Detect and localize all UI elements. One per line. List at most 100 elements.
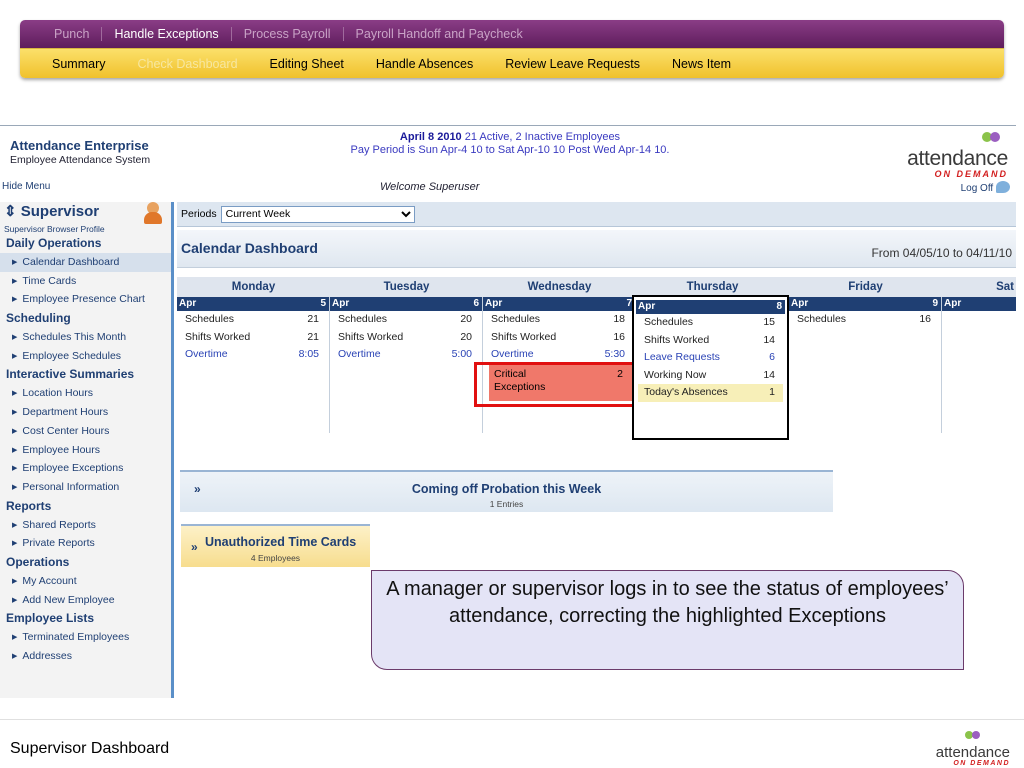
logo-dots-icon [978,130,1008,144]
day-number: 9 [932,298,938,309]
unauthorized-timecards-panel[interactable]: » Unauthorized Time Cards 4 Employees [181,524,370,567]
sidebar-item-employee-hours[interactable]: Employee Hours [0,441,171,460]
day-cell-friday[interactable]: Apr 9 Schedules 16 [789,297,942,433]
overtime-link[interactable]: Overtime 5:00 [330,346,482,364]
overtime-link[interactable]: Overtime 8:05 [177,346,329,364]
sidebar-section-daily-operations[interactable]: Daily Operations [0,234,171,253]
header-employee-count: 21 Active, 2 Inactive Employees [464,131,621,143]
stat-row[interactable]: Shifts Worked 20 [330,329,482,347]
stat-row[interactable]: Shifts Worked 14 [634,332,787,350]
sidebar-item-employee-exceptions[interactable]: Employee Exceptions [0,459,171,478]
stat-row[interactable]: Schedules 21 [177,311,329,329]
day-bar: Apr 8 [636,300,785,314]
sidebar-profile[interactable]: Supervisor Browser Profile [0,224,171,234]
day-cell-monday[interactable]: Apr 5 Schedules 21 Shifts Worked 21 Overtim… [177,297,330,433]
todays-absences-row[interactable]: Today's Absences 1 [638,384,783,402]
day-number: 6 [473,298,479,309]
sidebar-title[interactable]: ⇕ Supervisor [4,203,99,220]
sidebar-section-scheduling[interactable]: Scheduling [0,309,171,328]
chevron-double-down-icon[interactable]: » [191,540,198,554]
stat-label: Schedules [338,313,388,325]
calendar-day-headers: Monday Tuesday Wednesday Thursday Friday… [177,277,1016,297]
stat-label: Overtime [491,348,534,360]
nav-tab-payroll-handoff[interactable]: Payroll Handoff and Paycheck [344,27,535,41]
day-cell-tuesday[interactable]: Apr 6 Schedules 20 Shifts Worked 20 Overtim… [330,297,483,433]
stat-value: 21 [307,330,319,343]
header-pay-period: Pay Period is Sun Apr-4 10 to Sat Apr-10… [350,144,670,156]
sidebar-section-employee-lists[interactable]: Employee Lists [0,609,171,628]
dashboard-title: Calendar Dashboard [181,240,318,256]
day-cell-thursday-today[interactable]: Apr 8 Schedules 15 Shifts Worked 14 Leave R… [632,295,789,440]
periods-select[interactable]: Current Week [220,205,415,223]
welcome-text: Welcome Superuser [380,181,480,193]
sidebar-item-my-account[interactable]: My Account [0,572,171,591]
sidebar-item-time-cards[interactable]: Time Cards [0,272,171,291]
stat-row[interactable]: Shifts Worked 16 [483,329,635,347]
footer-logo-subtitle: ON DEMAND [953,760,1010,767]
sidebar-section-reports[interactable]: Reports [0,497,171,516]
day-bar: Apr 6 [330,297,482,311]
log-off-link[interactable]: Log Off [961,181,1010,194]
sidebar-item-personal-information[interactable]: Personal Information [0,478,171,497]
critical-highlight-box [474,362,636,407]
stat-value: 18 [613,313,625,325]
sidebar-section-interactive-summaries[interactable]: Interactive Summaries [0,365,171,384]
sidebar-item-presence-chart[interactable]: Employee Presence Chart [0,290,171,309]
periods-bar: Periods Current Week [177,202,1016,227]
overtime-link[interactable]: Overtime 5:30 [483,346,635,364]
app-subheader: Hide Menu Welcome Superuser Log Off [0,178,1016,200]
stat-label: Today's Absences [644,386,728,398]
stat-row[interactable]: Schedules 16 [789,311,941,329]
sidebar-item-shared-reports[interactable]: Shared Reports [0,516,171,535]
sidebar-item-private-reports[interactable]: Private Reports [0,534,171,553]
stat-row[interactable]: Shifts Worked 21 [177,329,329,347]
periods-label: Periods [181,208,217,220]
nav-subtab-check-dashboard[interactable]: Check Dashboard [121,57,253,71]
stat-value: 20 [460,330,472,343]
user-avatar-icon [143,202,163,224]
dashboard-date-range: From 04/05/10 to 04/11/10 [871,246,1012,260]
sidebar-section-operations[interactable]: Operations [0,553,171,572]
unauthorized-title: Unauthorized Time Cards [205,535,357,549]
logo-word: attendance [907,147,1008,170]
leave-requests-link[interactable]: Leave Requests 6 [634,349,787,367]
stat-row[interactable]: Schedules 15 [634,314,787,332]
day-cell-saturday[interactable]: Apr [942,297,1016,433]
dashboard-header: Calendar Dashboard From 04/05/10 to 04/1… [177,230,1016,268]
probation-panel[interactable]: » Coming off Probation this Week 1 Entri… [180,470,833,512]
sidebar-item-schedules-month[interactable]: Schedules This Month [0,328,171,347]
nav-subtab-handle-absences[interactable]: Handle Absences [360,57,489,71]
sidebar-item-cost-center-hours[interactable]: Cost Center Hours [0,422,171,441]
stat-label: Schedules [491,313,541,325]
sidebar-item-location-hours[interactable]: Location Hours [0,384,171,403]
nav-row-secondary: Summary Check Dashboard Editing Sheet Ha… [20,48,1004,78]
day-cell-wednesday[interactable]: Apr 7 Schedules 18 Shifts Worked 16 Overtim… [474,297,636,433]
logo-dots-icon [962,729,984,741]
sidebar-item-employee-schedules[interactable]: Employee Schedules [0,347,171,366]
stat-row[interactable]: Schedules 18 [483,311,635,329]
speech-bubble-icon [996,181,1010,193]
sidebar-item-department-hours[interactable]: Department Hours [0,403,171,422]
day-bar: Apr 5 [177,297,329,311]
stat-label: Overtime [185,348,228,360]
sidebar-header: ⇕ Supervisor [0,202,171,224]
nav-subtab-editing-sheet[interactable]: Editing Sheet [254,57,360,71]
stat-value: 6 [769,351,775,363]
sidebar-item-addresses[interactable]: Addresses [0,647,171,666]
nav-subtab-summary[interactable]: Summary [36,57,121,71]
sidebar-item-terminated-employees[interactable]: Terminated Employees [0,628,171,647]
sidebar-item-add-employee[interactable]: Add New Employee [0,591,171,610]
stat-label: Working Now [644,368,707,381]
nav-subtab-review-leave[interactable]: Review Leave Requests [489,57,656,71]
nav-tab-handle-exceptions[interactable]: Handle Exceptions [102,27,230,41]
stat-row[interactable]: Schedules 20 [330,311,482,329]
stat-value: 16 [613,330,625,343]
hide-menu-link[interactable]: Hide Menu [2,181,50,192]
nav-tab-process-payroll[interactable]: Process Payroll [232,27,343,41]
sidebar-item-calendar-dashboard[interactable]: Calendar Dashboard [0,253,171,272]
day-header-wednesday: Wednesday [527,281,592,293]
nav-tab-punch[interactable]: Punch [42,27,101,41]
stat-row[interactable]: Working Now 14 [634,367,787,385]
day-header-thursday: Thursday [686,281,739,293]
nav-subtab-news-item[interactable]: News Item [656,57,747,71]
